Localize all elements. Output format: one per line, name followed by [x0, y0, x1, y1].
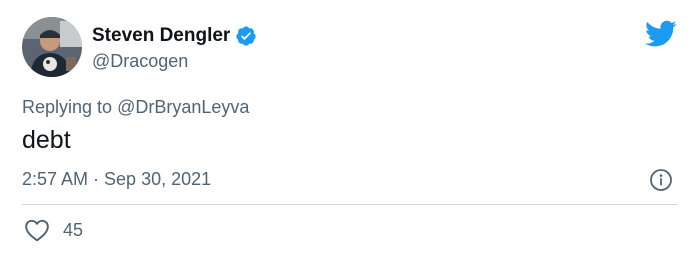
twitter-bird-icon[interactable] — [645, 20, 677, 48]
heart-icon[interactable] — [24, 218, 50, 242]
avatar[interactable] — [22, 17, 82, 77]
info-icon[interactable] — [649, 168, 673, 192]
reply-to-mention-link[interactable]: @DrBryanLeyva — [117, 97, 249, 117]
divider — [22, 204, 678, 205]
replying-to-line: Replying to @DrBryanLeyva — [22, 95, 249, 119]
user-handle[interactable]: @Dracogen — [92, 50, 188, 72]
author-name[interactable]: Steven Dengler — [92, 24, 230, 48]
tweet-text: debt — [22, 126, 71, 154]
tweet-timestamp[interactable]: 2:57 AM · Sep 30, 2021 — [22, 167, 211, 191]
like-count: 45 — [63, 220, 84, 240]
tweet-card: Steven Dengler @Dracogen Replying to @Dr… — [0, 0, 700, 257]
author-name-row: Steven Dengler — [92, 24, 257, 48]
replying-to-label: Replying to — [22, 97, 113, 117]
like-button[interactable]: 45 — [24, 217, 83, 243]
verified-badge-icon — [235, 25, 257, 47]
